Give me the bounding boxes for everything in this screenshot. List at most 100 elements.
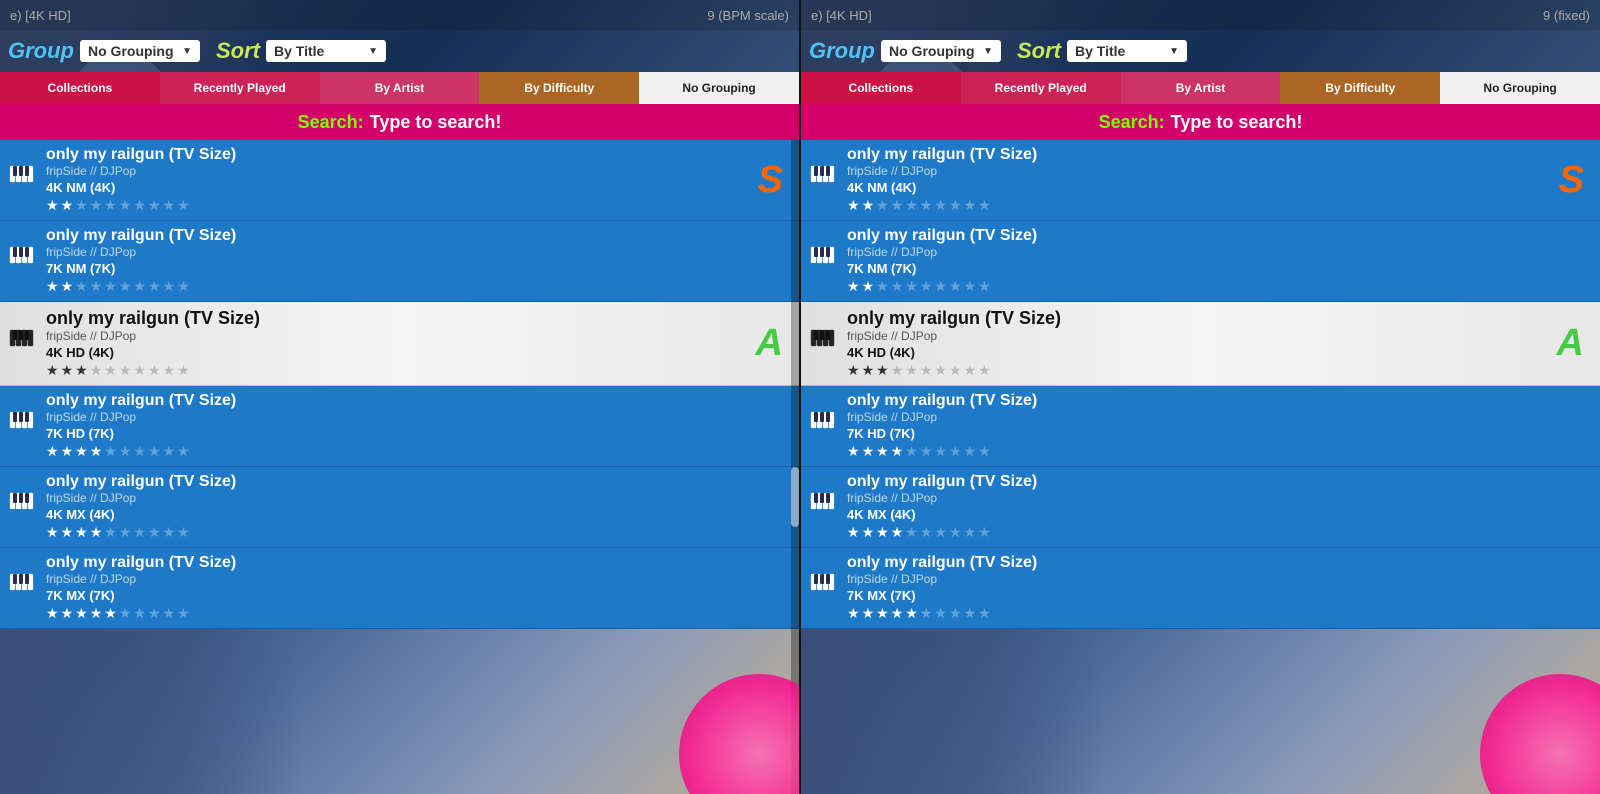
star-icon: ★ (964, 443, 977, 460)
top-bar: e) [4K HD] 9 (fixed) (801, 0, 1600, 30)
bpm-scale-label: 9 (BPM scale) (707, 8, 789, 23)
star-icon: ★ (90, 605, 103, 622)
song-card[interactable]: only my railgun (TV Size) fripSide // DJ… (801, 548, 1600, 629)
star-icon: ★ (119, 605, 132, 622)
song-stars: ★★★★★★★★★★ (847, 197, 1559, 214)
tab-collections[interactable]: Collections (0, 72, 160, 104)
star-icon: ★ (104, 362, 117, 379)
song-difficulty: 7K HD (7K) (46, 426, 791, 441)
song-card[interactable]: only my railgun (TV Size) fripSide // DJ… (801, 302, 1600, 386)
tab-by-difficulty[interactable]: By Difficulty (479, 72, 639, 104)
song-card[interactable]: only my railgun (TV Size) fripSide // DJ… (801, 140, 1600, 221)
song-list: only my railgun (TV Size) fripSide // DJ… (801, 140, 1600, 794)
song-card[interactable]: only my railgun (TV Size) fripSide // DJ… (0, 302, 799, 386)
star-icon: ★ (847, 197, 860, 214)
star-icon: ★ (862, 443, 875, 460)
song-card[interactable]: only my railgun (TV Size) fripSide // DJ… (801, 221, 1600, 302)
panel-left: e) [4K HD] 9 (BPM scale) Group No Groupi… (0, 0, 799, 794)
star-icon: ★ (119, 362, 132, 379)
song-card[interactable]: only my railgun (TV Size) fripSide // DJ… (0, 221, 799, 302)
star-icon: ★ (862, 278, 875, 295)
keys-icon (809, 411, 839, 441)
song-info: only my railgun (TV Size) fripSide // DJ… (847, 227, 1592, 295)
song-stars: ★★★★★★★★★★ (46, 278, 791, 295)
star-icon: ★ (934, 524, 947, 541)
group-dropdown[interactable]: No Grouping ▼ (881, 40, 1001, 62)
star-icon: ★ (949, 524, 962, 541)
top-bar: e) [4K HD] 9 (BPM scale) (0, 0, 799, 30)
song-info: only my railgun (TV Size) fripSide // DJ… (847, 473, 1592, 541)
song-title: only my railgun (TV Size) (847, 473, 1592, 491)
star-icon: ★ (876, 197, 889, 214)
star-icon: ★ (148, 443, 161, 460)
sort-dropdown[interactable]: By Title ▼ (266, 40, 386, 62)
panel-overlay: e) [4K HD] 9 (BPM scale) Group No Groupi… (0, 0, 799, 794)
star-icon: ★ (891, 605, 904, 622)
search-bar[interactable]: Search: Type to search! (0, 104, 799, 140)
star-icon: ★ (891, 443, 904, 460)
star-icon: ★ (949, 362, 962, 379)
song-info: only my railgun (TV Size) fripSide // DJ… (46, 308, 756, 379)
tab-by-difficulty[interactable]: By Difficulty (1280, 72, 1440, 104)
song-card[interactable]: only my railgun (TV Size) fripSide // DJ… (0, 467, 799, 548)
sort-dropdown[interactable]: By Title ▼ (1067, 40, 1187, 62)
star-icon: ★ (119, 278, 132, 295)
chevron-down-icon: ▼ (368, 46, 378, 57)
song-stars: ★★★★★★★★★★ (46, 443, 791, 460)
song-difficulty: 7K NM (7K) (46, 261, 791, 276)
tab-recently-played[interactable]: Recently Played (160, 72, 320, 104)
song-card[interactable]: only my railgun (TV Size) fripSide // DJ… (801, 386, 1600, 467)
song-title: only my railgun (TV Size) (847, 308, 1557, 329)
star-icon: ★ (862, 197, 875, 214)
group-dropdown[interactable]: No Grouping ▼ (80, 40, 200, 62)
tab-by-artist[interactable]: By Artist (1121, 72, 1281, 104)
song-card[interactable]: only my railgun (TV Size) fripSide // DJ… (801, 467, 1600, 548)
song-card[interactable]: only my railgun (TV Size) fripSide // DJ… (0, 386, 799, 467)
song-artist: fripSide // DJPop (46, 572, 791, 586)
star-icon: ★ (133, 524, 146, 541)
star-icon: ★ (90, 278, 103, 295)
song-info: only my railgun (TV Size) fripSide // DJ… (46, 473, 791, 541)
star-icon: ★ (905, 197, 918, 214)
star-icon: ★ (964, 278, 977, 295)
group-dropdown-value: No Grouping (88, 43, 174, 59)
star-icon: ★ (978, 197, 991, 214)
song-card[interactable]: only my railgun (TV Size) fripSide // DJ… (0, 548, 799, 629)
star-icon: ★ (75, 443, 88, 460)
tab-collections[interactable]: Collections (801, 72, 961, 104)
tab-by-artist[interactable]: By Artist (320, 72, 480, 104)
star-icon: ★ (75, 524, 88, 541)
song-artist: fripSide // DJPop (847, 164, 1559, 178)
star-icon: ★ (61, 524, 74, 541)
scrollbar-thumb[interactable] (791, 467, 799, 527)
keys-icon (809, 246, 839, 276)
panel-mode-label: e) [4K HD] (811, 8, 872, 23)
star-icon: ★ (177, 443, 190, 460)
star-icon: ★ (133, 278, 146, 295)
star-icon: ★ (891, 524, 904, 541)
star-icon: ★ (163, 362, 176, 379)
grade-badge: S (1559, 159, 1584, 202)
song-artist: fripSide // DJPop (847, 329, 1557, 343)
sort-label: Sort (1017, 38, 1061, 64)
tab-no-grouping[interactable]: No Grouping (639, 72, 799, 104)
search-bar[interactable]: Search: Type to search! (801, 104, 1600, 140)
star-icon: ★ (46, 524, 59, 541)
star-icon: ★ (964, 362, 977, 379)
star-icon: ★ (905, 605, 918, 622)
star-icon: ★ (61, 605, 74, 622)
tab-recently-played[interactable]: Recently Played (961, 72, 1121, 104)
star-icon: ★ (104, 278, 117, 295)
keys-icon (8, 573, 38, 603)
tab-no-grouping[interactable]: No Grouping (1440, 72, 1600, 104)
song-title: only my railgun (TV Size) (847, 554, 1592, 572)
song-stars: ★★★★★★★★★★ (847, 443, 1592, 460)
song-card[interactable]: only my railgun (TV Size) fripSide // DJ… (0, 140, 799, 221)
star-icon: ★ (148, 362, 161, 379)
song-stars: ★★★★★★★★★★ (847, 605, 1592, 622)
star-icon: ★ (46, 362, 59, 379)
star-icon: ★ (905, 524, 918, 541)
song-artist: fripSide // DJPop (847, 410, 1592, 424)
song-artist: fripSide // DJPop (46, 164, 758, 178)
star-icon: ★ (119, 197, 132, 214)
